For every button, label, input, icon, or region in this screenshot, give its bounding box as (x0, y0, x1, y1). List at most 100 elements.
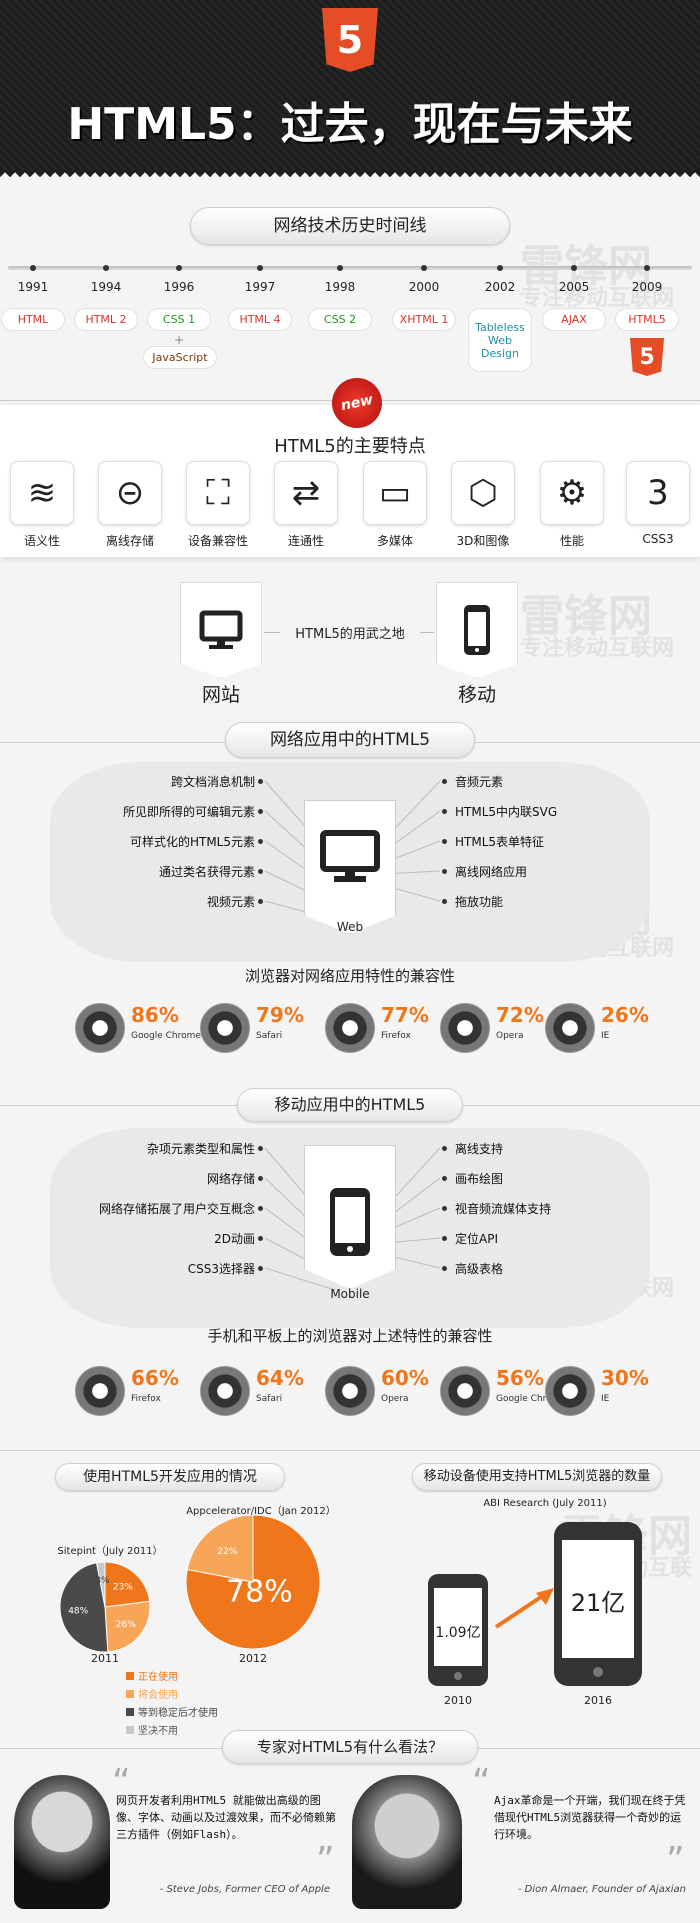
legend-label: 将会使用 (138, 1690, 178, 1701)
mobile-right-feature: 高级表格 (455, 1262, 504, 1276)
bullet-dot (258, 1146, 263, 1151)
pie-slice-label: 26% (116, 1620, 136, 1630)
plus-icon: + (174, 333, 185, 347)
browser-percent: 66% (131, 1366, 179, 1390)
bullet-dot (442, 1206, 447, 1211)
mobile-right-feature: 离线支持 (455, 1142, 504, 1156)
connectivity-icon: ⇄ (274, 461, 338, 525)
mobile-left-feature: 2D动画 (214, 1232, 255, 1246)
legend-swatch (126, 1672, 134, 1680)
timeline-year: 2000 (408, 280, 440, 294)
feature-label: 设备兼容性 (187, 534, 248, 548)
phone-icon (330, 1188, 370, 1256)
pie2012-year: 2012 (239, 1652, 267, 1665)
page-title: HTML5：过去，现在与未来 (67, 99, 633, 150)
timeline-dot (257, 265, 263, 271)
platform-website-label: 网站 (201, 684, 240, 706)
timeline-axis (8, 266, 692, 270)
close-quote-icon: ” (316, 1840, 335, 1881)
phone-icon (464, 605, 490, 655)
web-left-feature: 通过类名获得元素 (158, 865, 255, 879)
devices-source: ABI Research (July 2011) (483, 1498, 607, 1509)
browser-name: IE (601, 1394, 610, 1404)
browser-percent: 79% (256, 1003, 304, 1027)
web-left-feature: 视频元素 (206, 895, 255, 909)
web-left-feature: 跨文档消息机制 (170, 775, 255, 789)
browser-logo-icon (545, 1366, 595, 1416)
browser-logo-icon (325, 1366, 375, 1416)
bullet-dot (442, 869, 447, 874)
steve-jobs-portrait (14, 1775, 110, 1909)
bullet-dot (258, 809, 263, 814)
web-center-label: Web (336, 920, 364, 934)
web-right-feature: HTML5表单特征 (455, 835, 545, 849)
legend-label: 正在使用 (138, 1672, 178, 1683)
mobile-left-feature: CSS3选择器 (187, 1262, 255, 1276)
devices-2010-value: 1.09亿 (435, 1625, 481, 1641)
browser-percent: 72% (496, 1003, 544, 1027)
timeline-dot (644, 265, 650, 271)
feature-label: 离线存储 (105, 534, 154, 548)
timeline-year: 1997 (244, 280, 276, 294)
device-access-icon: ⛶ (186, 461, 250, 525)
web-section-title: 网络应用中的HTML5 (225, 722, 475, 758)
browser-logo-icon (440, 1366, 490, 1416)
html5-logo-icon: 5 (630, 338, 664, 376)
feature-label: 性能 (559, 534, 584, 548)
pie-slice-label: 3% (95, 1576, 110, 1586)
bullet-dot (442, 899, 447, 904)
browser-name: Opera (381, 1394, 409, 1404)
mobile-right-feature: 视音频流媒体支持 (455, 1202, 552, 1216)
bullet-dot (258, 899, 263, 904)
browser-percent: 30% (601, 1366, 649, 1390)
web-right-feature: 离线网络应用 (455, 865, 528, 879)
html5-logo-icon: 5 (322, 8, 378, 72)
bullet-dot (258, 839, 263, 844)
experts-title: 专家对HTML5有什么看法？ (222, 1730, 478, 1764)
feature-label: 3D和图像 (456, 534, 510, 548)
devices-title: 移动设备使用支持HTML5浏览器的数量 (412, 1463, 662, 1491)
mobile-section-title: 移动应用中的HTML5 (237, 1088, 463, 1122)
bullet-dot (258, 1266, 263, 1271)
legend-swatch (126, 1690, 134, 1698)
timeline-dot (421, 265, 427, 271)
timeline-year: 1996 (163, 280, 195, 294)
features-title: HTML5的主要特点 (274, 436, 426, 457)
timeline-dot (176, 265, 182, 271)
website-platform-card (180, 582, 262, 678)
feature-label: 连通性 (287, 534, 324, 548)
devices-2016-value: 21亿 (570, 1589, 626, 1617)
web-left-feature: 可样式化的HTML5元素 (129, 835, 255, 849)
browser-logo-icon (440, 1003, 490, 1053)
bullet-dot (258, 869, 263, 874)
performance-icon: ⚙ (540, 461, 604, 525)
bullet-dot (258, 1206, 263, 1211)
timeline-year: 2009 (631, 280, 663, 294)
feature-label: CSS3 (642, 532, 674, 546)
growth-arrow-icon (494, 1588, 554, 1629)
bullet-dot (258, 779, 263, 784)
browser-name: Google Chrome (131, 1031, 201, 1041)
legend-item: 正在使用 (126, 1668, 218, 1683)
feature-label: 多媒体 (376, 534, 413, 548)
quote-jobs-text: 网页开发者利用HTML5 就能做出高级的图像、字体、动画以及过渡效果，而不必倚赖… (116, 1794, 336, 1841)
mobile-left-feature: 杂项元素类型和属性 (146, 1142, 255, 1156)
quote-almaer-text: Ajax革命是一个开端，我们现在终于凭借现代HTML5浏览器获得一个奇妙的运行环… (494, 1794, 686, 1841)
devices-2010-year: 2010 (444, 1694, 472, 1707)
quote-jobs-author: - Steve Jobs, Former CEO of Apple (159, 1884, 330, 1895)
legend-item: 等到稳定后才使用 (126, 1704, 218, 1719)
bullet-dot (442, 779, 447, 784)
devices-2016-year: 2016 (584, 1694, 612, 1707)
legend-item: 将会使用 (126, 1686, 218, 1701)
timeline-tech-tag: HTML 2 (74, 308, 138, 331)
browser-percent: 26% (601, 1003, 649, 1027)
browser-name: Opera (496, 1031, 524, 1041)
browser-logo-icon (200, 1003, 250, 1053)
pie-chart-2012: 78% 22% (186, 1515, 320, 1649)
platforms-center-label: HTML5的用武之地 (280, 623, 420, 642)
web-right-feature: 音频元素 (455, 775, 504, 789)
bullet-dot (442, 809, 447, 814)
mobile-center-label: Mobile (330, 1287, 370, 1301)
3d-graphics-icon: ⬡ (451, 461, 515, 525)
legend-label: 等到稳定后才使用 (138, 1708, 218, 1719)
